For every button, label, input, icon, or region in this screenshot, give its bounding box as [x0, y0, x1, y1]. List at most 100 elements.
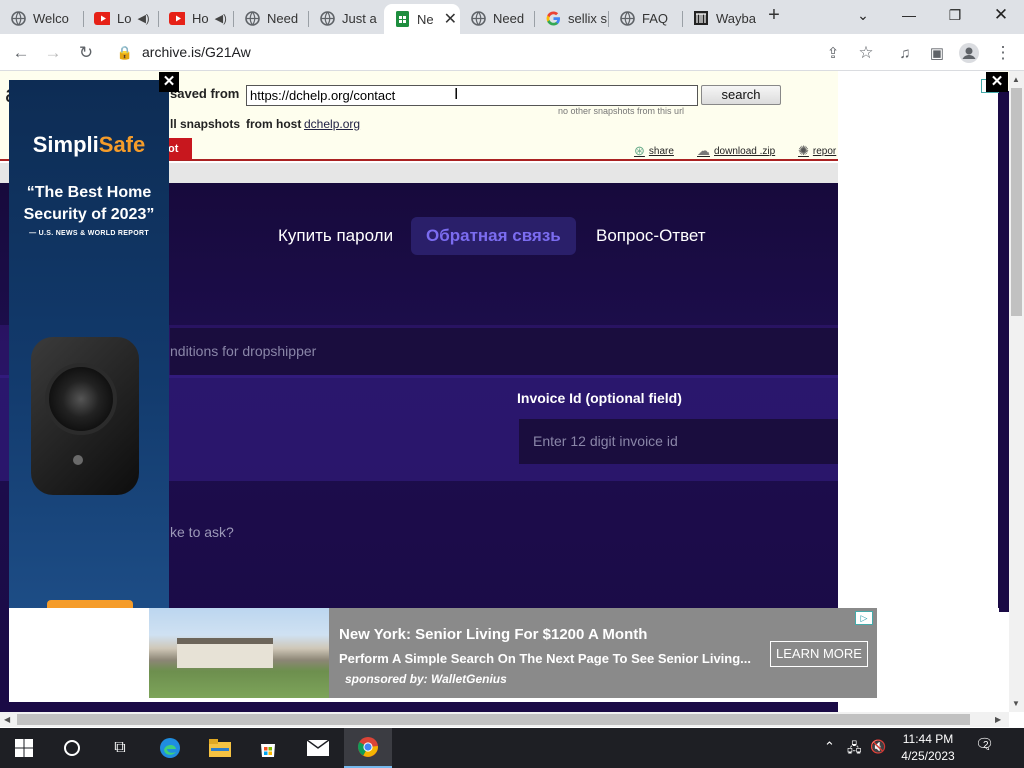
tab-4[interactable]: Need: [234, 4, 309, 32]
horizontal-scroll-thumb[interactable]: [17, 714, 970, 725]
task-view-icon[interactable]: ⧉: [96, 728, 144, 768]
tab-5[interactable]: Just a: [309, 4, 384, 32]
download-zip-link[interactable]: ☁ download .zip: [697, 143, 775, 159]
close-window-button[interactable]: ✕: [978, 0, 1024, 30]
wayback-icon: [693, 10, 709, 26]
minimize-button[interactable]: —: [886, 0, 932, 30]
vertical-scroll-thumb[interactable]: [1011, 88, 1022, 316]
globe-icon: [619, 10, 635, 26]
profile-avatar-icon[interactable]: [956, 40, 982, 66]
camera-image: [31, 337, 139, 495]
tab-6-active[interactable]: Ne ✕: [384, 4, 460, 34]
file-explorer-icon[interactable]: [196, 728, 244, 768]
tab-1[interactable]: Welco: [0, 4, 84, 32]
right-ad-blank: [838, 71, 998, 612]
media-control-icon[interactable]: ♫: [892, 40, 918, 66]
all-snapshots-label: ll snapshots: [170, 117, 241, 131]
ad-title: New York: Senior Living For $1200 A Mont…: [339, 626, 648, 643]
nav-faq[interactable]: Вопрос-Ответ: [596, 217, 706, 255]
restore-button[interactable]: ❐: [932, 0, 978, 30]
reload-icon[interactable]: ↻: [73, 40, 99, 66]
store-icon[interactable]: [244, 728, 292, 768]
share-link[interactable]: ⊛ share: [634, 143, 674, 159]
tab-10[interactable]: Wayba: [683, 4, 757, 32]
tab-close-icon[interactable]: ✕: [444, 9, 457, 29]
from-host-label: from host: [246, 117, 302, 131]
side-panel-icon[interactable]: ▣: [924, 40, 950, 66]
page-viewport: a saved from https://dchelp.org/contact …: [0, 71, 1009, 712]
ad-quote-source: — U.S. NEWS & WORLD REPORT: [29, 230, 149, 237]
tab-8[interactable]: sellix s: [535, 4, 609, 32]
saved-from-label: saved from: [170, 86, 240, 101]
speaker-icon[interactable]: ◀): [215, 12, 227, 25]
globe-icon: [319, 10, 335, 26]
host-link[interactable]: dchelp.org: [304, 117, 360, 131]
right-ad-close-button[interactable]: ✕: [986, 72, 1008, 92]
network-icon[interactable]: 🖧: [847, 739, 862, 761]
windows-taskbar: ⧉ ⌃ 🖧 🔇 11:44 PM 4/25/2023 🗨2: [0, 728, 1024, 768]
report-link[interactable]: ✺ repor: [798, 143, 836, 159]
youtube-icon: [94, 10, 110, 26]
lock-icon[interactable]: 🔒: [112, 40, 138, 66]
invoice-input[interactable]: Enter 12 digit invoice id: [519, 419, 838, 464]
ad-choices-icon[interactable]: ▷: [855, 611, 873, 625]
nav-feedback-active[interactable]: Обратная связь: [411, 217, 576, 255]
back-arrow-icon[interactable]: ←: [8, 40, 34, 66]
ad-house-image: [149, 608, 329, 698]
chrome-icon[interactable]: [344, 728, 392, 768]
scroll-left-arrow-icon[interactable]: ◀: [4, 715, 10, 724]
clock[interactable]: 11:44 PM 4/25/2023: [890, 731, 966, 765]
ad-sponsor: sponsored by: WalletGenius: [345, 672, 507, 686]
globe-icon: [470, 10, 486, 26]
bookmark-star-icon[interactable]: ☆: [853, 40, 879, 66]
bulb-icon: ✺: [798, 143, 809, 158]
invoice-label: Invoice Id (optional field): [517, 390, 682, 406]
menu-dots-icon[interactable]: ⋮: [990, 40, 1016, 66]
search-circle-icon[interactable]: [48, 728, 96, 768]
sheet-icon: [394, 11, 410, 27]
tab-9[interactable]: FAQ: [609, 4, 683, 32]
volume-muted-icon[interactable]: 🔇: [870, 739, 886, 755]
globe-icon: [244, 10, 260, 26]
subject-select[interactable]: nditions for dropshipper: [170, 328, 838, 375]
notifications-icon[interactable]: 🗨2: [975, 735, 1000, 753]
tab-2[interactable]: Lo ◀): [84, 4, 159, 32]
text-cursor-icon: I: [454, 86, 459, 103]
google-icon: [545, 10, 561, 26]
forward-arrow-icon[interactable]: →: [40, 40, 66, 66]
tab-strip: Welco Lo ◀) Ho ◀) Need Just a Ne ✕ Need sel…: [0, 0, 1024, 34]
nav-buy-passwords[interactable]: Купить пароли: [278, 217, 393, 255]
start-button[interactable]: [0, 728, 48, 768]
tab-3[interactable]: Ho ◀): [159, 4, 234, 32]
site-edge: [998, 91, 1009, 612]
left-ad[interactable]: SimpliSafe “The Best Home Security of 20…: [9, 80, 169, 612]
cloud-download-icon: ☁: [697, 143, 710, 158]
ad-close-button[interactable]: ✕: [159, 72, 179, 92]
archive-url-input[interactable]: https://dchelp.org/contact: [246, 85, 698, 106]
globe-icon: [10, 10, 26, 26]
scroll-right-arrow-icon[interactable]: ▶: [995, 715, 1001, 724]
speaker-icon[interactable]: ◀): [137, 12, 149, 25]
address-bar[interactable]: archive.is/G21Aw: [142, 44, 251, 60]
archive-search-button[interactable]: search: [701, 85, 781, 105]
bottom-ad-banner[interactable]: New York: Senior Living For $1200 A Mont…: [149, 608, 877, 698]
tab-7[interactable]: Need: [460, 4, 535, 32]
new-tab-button[interactable]: +: [754, 0, 794, 30]
tray-chevron-icon[interactable]: ⌃: [824, 739, 835, 755]
scroll-down-arrow-icon[interactable]: ▼: [1012, 699, 1020, 708]
share-icon: ⊛: [634, 143, 645, 158]
edge-icon[interactable]: [146, 728, 194, 768]
learn-more-button[interactable]: LEARN MORE: [770, 641, 868, 667]
bottom-ad: New York: Senior Living For $1200 A Mont…: [9, 608, 999, 702]
ad-quote: “The Best Home Security of 2023”: [23, 184, 155, 223]
tab-search-chevron-icon[interactable]: ⌄: [840, 0, 886, 30]
archive-note: no other snapshots from this url: [558, 106, 685, 116]
share-icon[interactable]: ⇪: [820, 40, 846, 66]
scroll-up-arrow-icon[interactable]: ▲: [1012, 75, 1020, 84]
ad-description: Perform A Simple Search On The Next Page…: [339, 651, 752, 666]
mail-icon[interactable]: [294, 728, 342, 768]
youtube-icon: [169, 10, 185, 26]
message-prompt: ke to ask?: [170, 524, 234, 540]
browser-toolbar: ← → ↻ 🔒 archive.is/G21Aw ⇪ ☆ ♫ ▣ ⋮: [0, 34, 1024, 71]
ad-brand: SimpliSafe: [32, 132, 146, 157]
